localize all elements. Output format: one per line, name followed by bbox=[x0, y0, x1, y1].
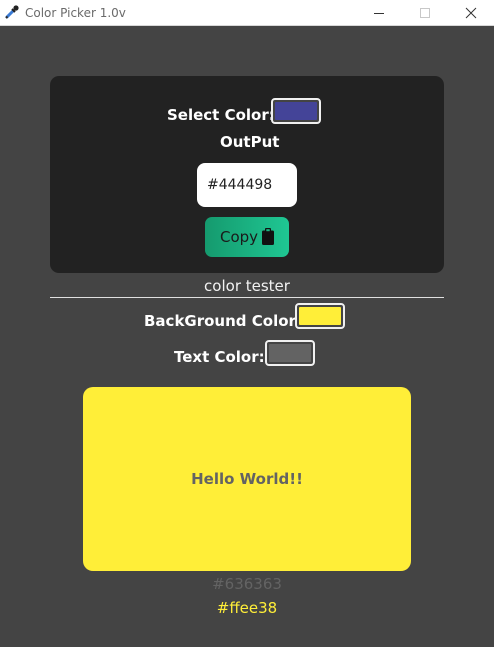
select-color-label: Select Color: bbox=[167, 106, 275, 124]
output-label: OutPut bbox=[220, 133, 280, 151]
minimize-button[interactable] bbox=[356, 0, 402, 26]
divider bbox=[50, 297, 444, 298]
text-color-fill bbox=[269, 344, 311, 362]
close-button[interactable] bbox=[448, 0, 494, 26]
output-hex-field[interactable]: #444498 bbox=[197, 163, 297, 207]
copy-button-label: Copy bbox=[220, 228, 259, 246]
close-icon bbox=[465, 7, 477, 19]
title-bar: Color Picker 1.0v bbox=[0, 0, 494, 26]
background-color-readout: #ffee38 bbox=[216, 599, 278, 617]
maximize-icon bbox=[420, 8, 430, 18]
text-color-readout: #636363 bbox=[212, 575, 282, 593]
background-color-swatch[interactable] bbox=[295, 303, 345, 329]
clipboard-icon bbox=[262, 228, 274, 245]
color-tester-title: color tester bbox=[204, 277, 290, 295]
preview-box: Hello World!! bbox=[83, 387, 411, 571]
preview-text: Hello World!! bbox=[191, 470, 303, 488]
select-color-swatch[interactable] bbox=[271, 98, 321, 124]
text-color-swatch[interactable] bbox=[265, 340, 315, 366]
eyedropper-icon bbox=[5, 5, 19, 19]
minimize-icon bbox=[374, 13, 384, 14]
output-hex-value: #444498 bbox=[207, 177, 273, 193]
background-color-label: BackGround Color: bbox=[144, 312, 302, 330]
selected-color-fill bbox=[275, 102, 317, 120]
window-title: Color Picker 1.0v bbox=[25, 6, 126, 20]
background-color-fill bbox=[299, 307, 341, 325]
text-color-label: Text Color: bbox=[174, 348, 265, 366]
copy-button[interactable]: Copy bbox=[205, 217, 289, 257]
maximize-button[interactable] bbox=[402, 0, 448, 26]
